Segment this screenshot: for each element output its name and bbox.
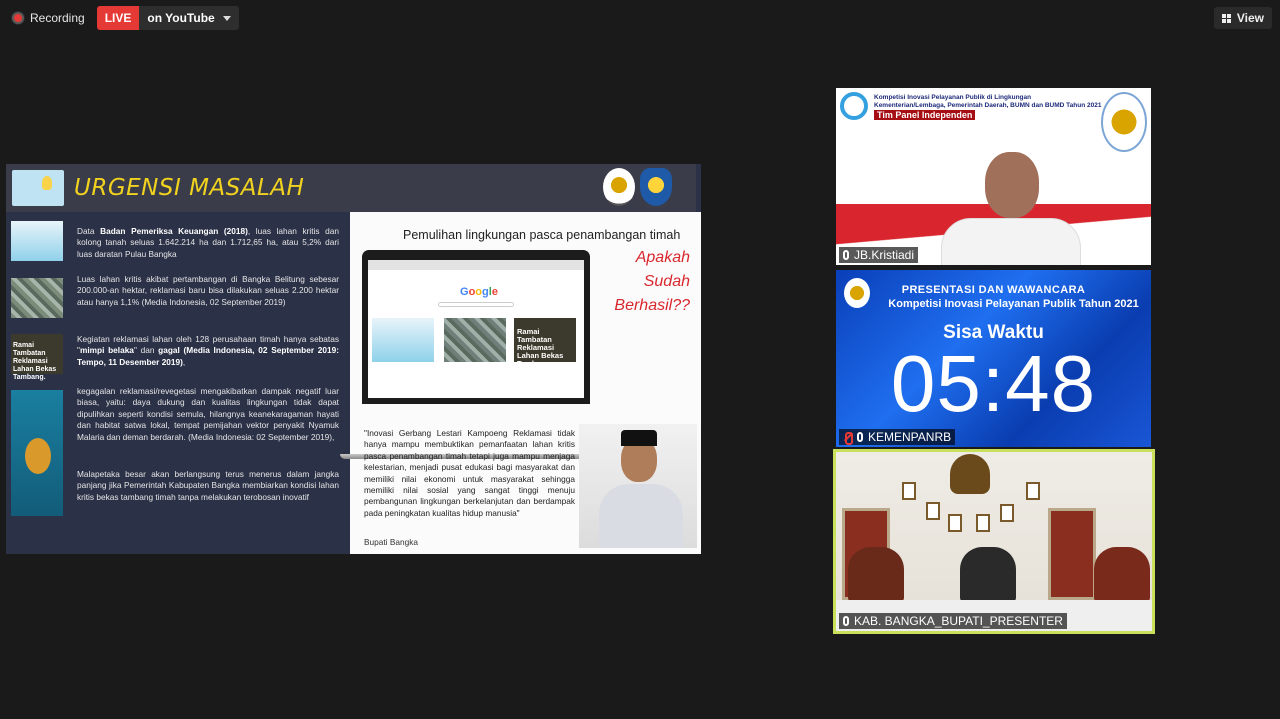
- microphone-icon: [843, 250, 849, 260]
- record-icon: [12, 12, 24, 24]
- thumbnail-chart: [11, 390, 63, 516]
- quote-text: "Inovasi Gerbang Lestari Kampoeng Reklam…: [364, 428, 575, 518]
- search-bar: [438, 302, 514, 307]
- quote-source: Bupati Bangka: [364, 537, 418, 547]
- ring-logo: [840, 92, 868, 120]
- timer-heading: PRESENTASI DAN WAWANCARA: [901, 284, 1086, 296]
- video-tile-jb-kristiadi[interactable]: Kompetisi Inovasi Pelayanan Publik di Li…: [836, 88, 1151, 265]
- microphone-icon: [843, 616, 849, 626]
- live-stream-control[interactable]: LIVE on YouTube: [96, 6, 239, 30]
- garuda-emblem: [950, 454, 990, 494]
- participant-name-tag: KEMENPANRB: [839, 429, 956, 445]
- problem-paragraph: Malapetaka besar akan berlangsung terus …: [77, 469, 339, 502]
- slide-right-panel: Pemulihan lingkungan pasca penambangan t…: [340, 212, 701, 554]
- screen-card-mining: [444, 318, 506, 362]
- recording-label: Recording: [30, 11, 85, 25]
- screen-card-news: Ramai Tambatan Reklamasi Lahan Bekas Tam…: [514, 318, 576, 368]
- google-logo: Google: [460, 286, 498, 298]
- video-tile-kab-bangka-presenter[interactable]: KAB. BANGKA_BUPATI_PRESENTER: [833, 449, 1155, 634]
- thumbnail-infographic: [11, 221, 63, 261]
- grid-view-icon: [1221, 13, 1231, 23]
- screen-card-infographic: [372, 318, 434, 362]
- recording-indicator[interactable]: Recording: [8, 9, 89, 27]
- problem-paragraph: kegagalan reklamasi/revegetasi mengakiba…: [77, 386, 339, 442]
- shared-screen-slide: URGENSI MASALAH Ramai Tambatan Reklamasi…: [6, 164, 701, 554]
- muted-microphone-icon: [843, 432, 853, 445]
- emblem-logo: [603, 168, 635, 206]
- countdown-timer: 05:48: [890, 339, 1097, 428]
- laptop-image: Google Ramai Tambatan Reklamasi Lahan Be…: [362, 250, 590, 404]
- right-panel-title: Pemulihan lingkungan pasca penambangan t…: [403, 228, 681, 242]
- participant-video: [836, 452, 1152, 631]
- emblem-logo: [1101, 92, 1147, 152]
- microphone-icon: [857, 432, 863, 442]
- top-bar: Recording LIVE on YouTube: [8, 6, 239, 30]
- video-tile-kemenpanrb[interactable]: PRESENTASI DAN WAWANCARA Kompetisi Inova…: [836, 270, 1151, 447]
- participant-name-tag: JB.Kristiadi: [839, 247, 919, 263]
- thumbnail-news: Ramai Tambatan Reklamasi Lahan Bekas Tam…: [11, 334, 63, 381]
- live-destination-label: on YouTube: [147, 11, 215, 25]
- panel-label: Tim Panel Independen: [874, 110, 976, 120]
- chevron-down-icon: [222, 15, 231, 21]
- live-badge: LIVE: [96, 6, 140, 30]
- lightbulb-icon: [12, 170, 64, 206]
- thumbnail-news-text: Ramai Tambatan Reklamasi Lahan Bekas Tam…: [13, 342, 57, 381]
- problem-paragraph: Data Badan Pemeriksa Keuangan (2018), lu…: [77, 226, 339, 259]
- live-destination-dropdown[interactable]: on YouTube: [139, 6, 239, 30]
- participant-video: [941, 152, 1081, 265]
- bupati-photo: [579, 424, 697, 548]
- browser-bar: [368, 260, 584, 270]
- thumbnail-mining-land: [11, 278, 63, 318]
- problem-list: Ramai Tambatan Reklamasi Lahan Bekas Tam…: [6, 212, 350, 554]
- question-text: Apakah Sudah Berhasil??: [614, 249, 690, 314]
- participant-name-tag: KAB. BANGKA_BUPATI_PRESENTER: [839, 613, 1067, 629]
- tile-header-text: Kompetisi Inovasi Pelayanan Publik di Li…: [874, 94, 1102, 109]
- problem-paragraph: Kegiatan reklamasi lahan oleh 128 perusa…: [77, 334, 340, 367]
- laptop-screen: Google Ramai Tambatan Reklamasi Lahan Be…: [368, 260, 584, 398]
- slide-header: URGENSI MASALAH: [6, 164, 696, 212]
- view-label: View: [1236, 11, 1264, 25]
- regency-logo: [640, 168, 672, 206]
- view-button[interactable]: View: [1213, 7, 1272, 29]
- problem-paragraph: Luas lahan kritis akibat pertambangan di…: [77, 274, 339, 307]
- timer-subheading: Kompetisi Inovasi Pelayanan Publik Tahun…: [888, 298, 1139, 310]
- slide-title: URGENSI MASALAH: [74, 175, 305, 201]
